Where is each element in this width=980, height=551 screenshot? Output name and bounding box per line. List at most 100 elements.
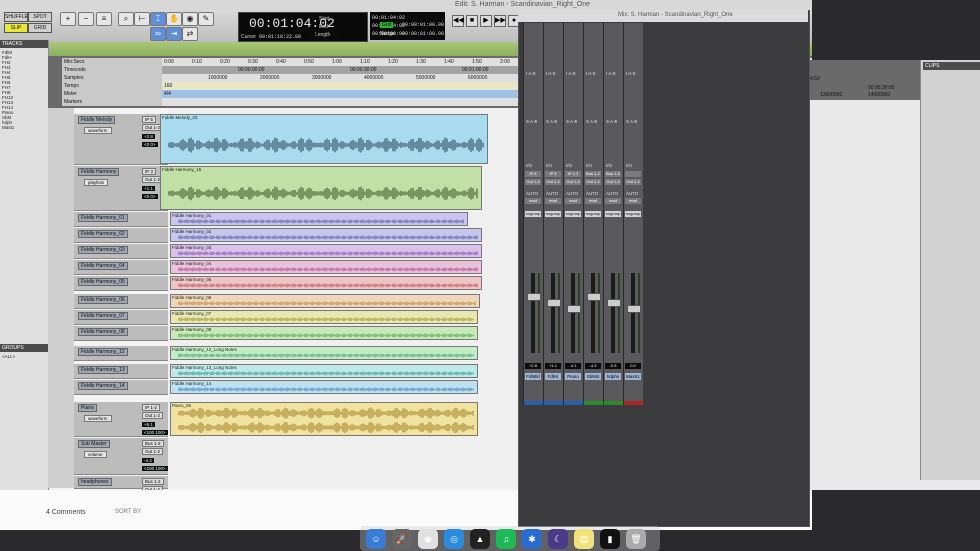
audio-clip[interactable]: Fiddle Harmony_08 — [170, 326, 478, 340]
automation-mode-selector[interactable]: read — [545, 198, 561, 204]
track-header[interactable]: Fiddle Harmony_12 — [74, 346, 168, 361]
automation-mode-selector[interactable]: read — [525, 198, 541, 204]
output-selector[interactable]: Out 1-2 — [605, 179, 621, 185]
automation-mode-selector[interactable]: read — [585, 198, 601, 204]
group-selector[interactable]: nogroup — [585, 211, 601, 217]
audio-clip[interactable]: Piano_05 — [170, 402, 478, 436]
track-name[interactable]: Fiddle Harmony_01 — [78, 214, 128, 222]
finder-icon[interactable]: ☺ — [366, 529, 386, 549]
track-header[interactable]: Fiddle Melody IP 5 Out 1-2 waveform +2.8 <0 0… — [74, 114, 168, 165]
waveform-zoom-icon[interactable]: ≡ — [96, 12, 112, 26]
track-pan-readout[interactable]: <0 0> — [142, 142, 158, 147]
track-volume-readout[interactable]: +6.1 — [142, 422, 155, 427]
track-input-selector[interactable]: Bus 1-2 — [142, 440, 164, 447]
volume-readout[interactable]: +2.8 — [525, 363, 541, 369]
track-header[interactable]: Fiddle Harmony IP 3 Out 1-2 playlists +1.1 <0… — [74, 166, 168, 211]
track-name[interactable]: headphones — [78, 478, 112, 486]
terminal-icon[interactable]: ▮ — [600, 529, 620, 549]
channel-name[interactable]: SbMst — [585, 373, 601, 380]
volume-fader-track[interactable] — [571, 273, 575, 353]
slip-mode-button[interactable]: SLIP — [4, 23, 28, 33]
channel-name[interactable]: Piano — [565, 373, 581, 380]
track-view-selector[interactable]: waveform — [84, 127, 112, 134]
track-list-item[interactable]: Mast1 — [2, 125, 14, 130]
link-icon[interactable]: ∞ — [150, 27, 166, 41]
spotify-icon[interactable]: ♫ — [496, 529, 516, 549]
audio-clip[interactable]: Fiddle Harmony_12_Long Notes — [170, 346, 478, 360]
track-view-selector[interactable]: waveform — [84, 415, 112, 422]
start-value[interactable]: 00:01:04:02 — [372, 15, 405, 21]
mirror-icon[interactable]: ⇄ — [182, 27, 198, 41]
track-input-selector[interactable]: IP 1-2 — [142, 404, 160, 411]
track-header[interactable]: Fiddle Harmony_07 — [74, 310, 168, 325]
input-selector[interactable]: IP 1-2 — [565, 171, 581, 177]
volume-fader-handle[interactable] — [607, 299, 621, 307]
volume-fader-handle[interactable] — [587, 293, 601, 301]
volume-readout[interactable]: -4.1 — [565, 363, 581, 369]
channel-name[interactable]: FdlMld — [525, 373, 541, 380]
automation-mode-selector[interactable]: read — [565, 198, 581, 204]
input-selector[interactable]: IP 5 — [525, 171, 541, 177]
track-name[interactable]: Fiddle Harmony_05 — [78, 278, 128, 286]
automation-mode-selector[interactable]: read — [625, 198, 641, 204]
channel-name[interactable]: FdlHr — [545, 373, 561, 380]
channel-name[interactable]: hdphs — [605, 373, 621, 380]
spot-mode-button[interactable]: SPOT — [28, 12, 52, 22]
track-input-selector[interactable]: IP 3 — [142, 168, 156, 175]
track-header[interactable]: Fiddle Harmony_02 — [74, 228, 168, 243]
sort-by-button[interactable]: SORT BY — [115, 509, 141, 515]
nudge-value[interactable]: 00:00:01:00.00 — [402, 31, 444, 37]
automation-mode-selector[interactable]: read — [605, 198, 621, 204]
track-name[interactable]: Piano — [78, 404, 97, 412]
volume-fader-track[interactable] — [631, 273, 635, 353]
channel-name[interactable]: Mastr1 — [625, 373, 641, 380]
track-header[interactable]: Sub Master Bus 1-2 Out 1-2 volume -4.3 <100 1… — [74, 438, 168, 475]
input-selector[interactable] — [625, 171, 641, 177]
group-selector[interactable]: nogroup — [525, 211, 541, 217]
audio-clip[interactable]: Fiddle Harmony_02 — [170, 228, 482, 242]
track-pan-readout[interactable]: <0 0> — [142, 194, 158, 199]
volume-readout[interactable]: -0.5 — [605, 363, 621, 369]
scrub-tool-icon[interactable]: ◉ — [182, 12, 198, 26]
volume-fader-track[interactable] — [591, 273, 595, 353]
output-selector[interactable]: Out 1-2 — [625, 179, 641, 185]
output-selector[interactable]: Out 1-2 — [565, 179, 581, 185]
audio-clip[interactable]: Fiddle Harmony_13_Long Notes — [170, 364, 478, 378]
volume-fader-handle[interactable] — [527, 293, 541, 301]
output-selector[interactable]: Out 1-2 — [545, 179, 561, 185]
input-selector[interactable]: Bus 1-2 — [605, 171, 621, 177]
protools-icon[interactable]: ▲ — [470, 529, 490, 549]
track-input-selector[interactable]: IP 5 — [142, 116, 156, 123]
input-selector[interactable]: IP 3 — [545, 171, 561, 177]
audio-clip[interactable]: Fiddle Melody_03 — [160, 114, 488, 164]
output-selector[interactable]: Out 1-2 — [525, 179, 541, 185]
bluetooth-icon[interactable]: ✱ — [522, 529, 542, 549]
volume-fader-handle[interactable] — [627, 305, 641, 313]
track-name[interactable]: Fiddle Harmony_12 — [78, 348, 128, 356]
track-name[interactable]: Fiddle Harmony_03 — [78, 246, 128, 254]
volume-readout[interactable]: 0.0 — [625, 363, 641, 369]
rewind-icon[interactable]: ◀◀ — [452, 15, 464, 27]
track-name[interactable]: Fiddle Melody — [78, 116, 116, 124]
track-header[interactable]: Fiddle Harmony_06 — [74, 294, 168, 309]
fast-forward-icon[interactable]: ▶▶ — [494, 15, 506, 27]
track-volume-readout[interactable]: +2.8 — [142, 134, 155, 139]
trim-tool-icon[interactable]: ⊢ — [134, 12, 150, 26]
comments-count[interactable]: 4 Comments — [46, 509, 86, 516]
track-header[interactable]: Fiddle Harmony_13 — [74, 364, 168, 379]
tab-to-transient-icon[interactable]: ⇥ — [166, 27, 182, 41]
volume-fader-track[interactable] — [551, 273, 555, 353]
volume-fader-track[interactable] — [611, 273, 615, 353]
main-counter[interactable]: 00:01:04:02 Start End Length Cursor 00:0… — [238, 12, 368, 42]
grid-mode-button[interactable]: GRID — [28, 23, 52, 33]
volume-readout[interactable]: -4.3 — [585, 363, 601, 369]
track-name[interactable]: Fiddle Harmony_04 — [78, 262, 128, 270]
audio-clip[interactable]: Fiddle Harmony_05 — [170, 276, 482, 290]
audio-clip[interactable]: Fiddle Harmony_01 — [170, 212, 468, 226]
track-volume-readout[interactable]: +1.1 — [142, 186, 155, 191]
track-name[interactable]: Fiddle Harmony_08 — [78, 328, 128, 336]
track-header[interactable]: Fiddle Harmony_05 — [74, 276, 168, 291]
shuffle-mode-button[interactable]: SHUFFLE — [4, 12, 28, 22]
output-selector[interactable]: Out 1-2 — [585, 179, 601, 185]
track-header[interactable]: Fiddle Harmony_01 — [74, 212, 168, 227]
